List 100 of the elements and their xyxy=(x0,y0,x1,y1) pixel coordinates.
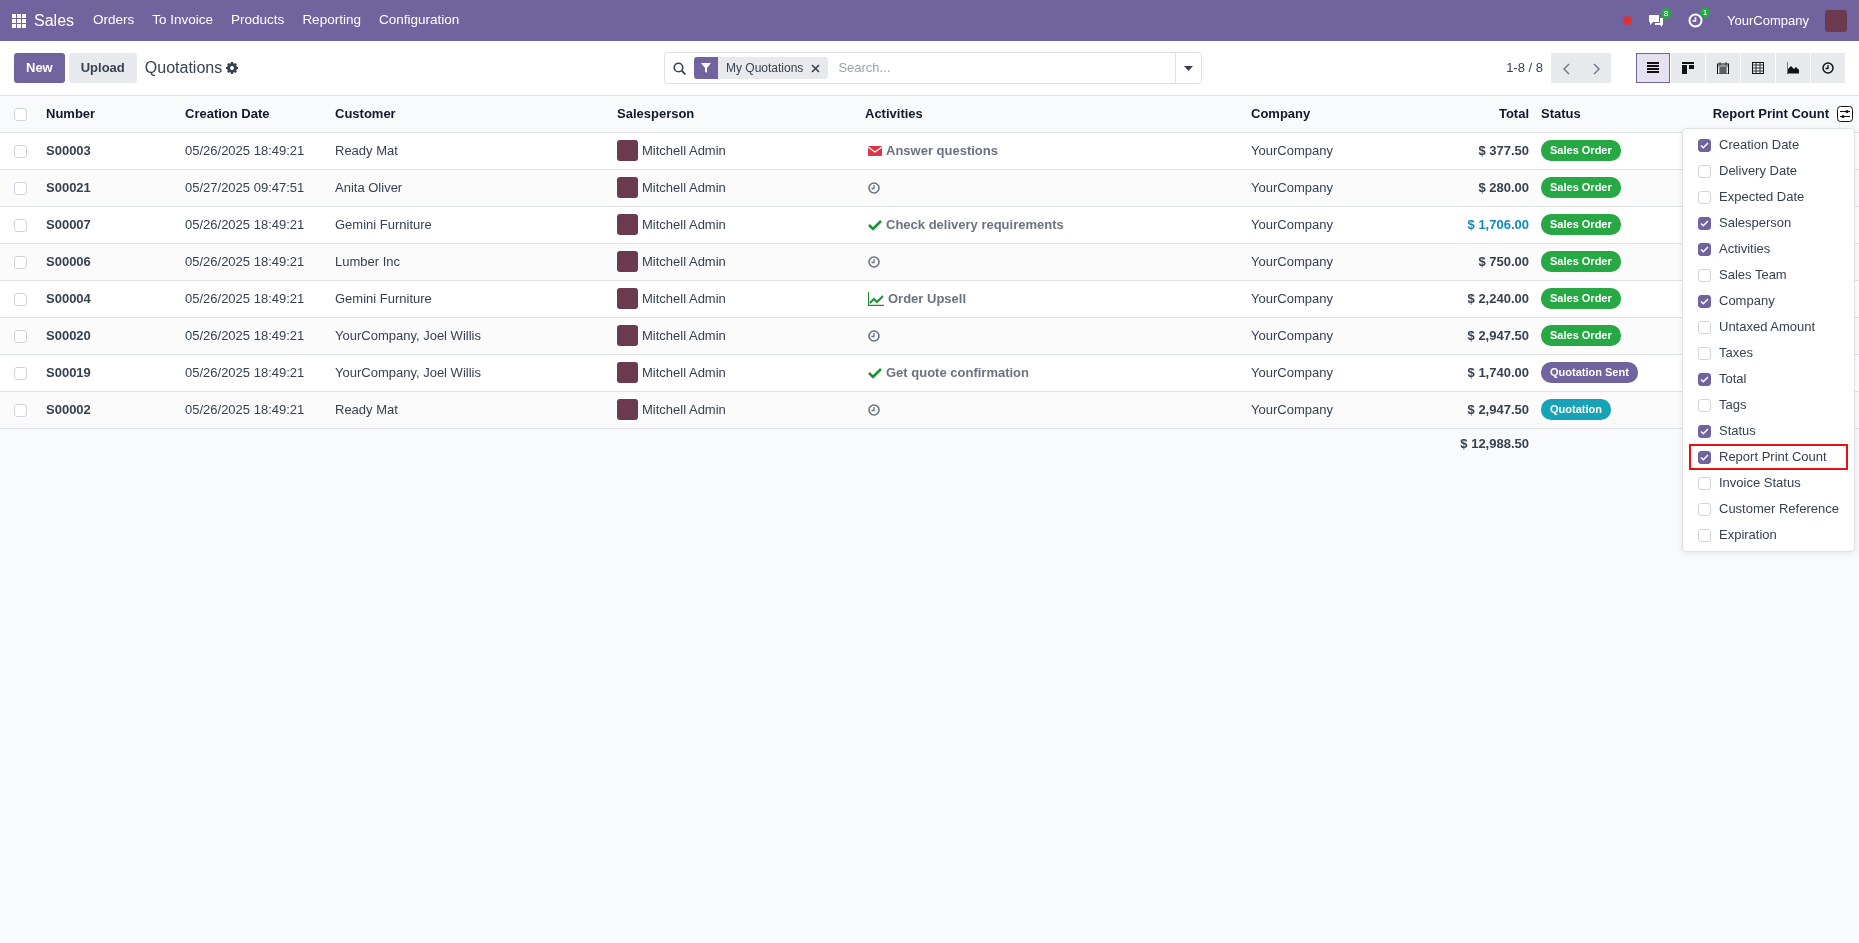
pager-value[interactable]: 1-8 / 8 xyxy=(1506,58,1543,78)
column-option[interactable]: Invoice Status xyxy=(1689,470,1848,496)
column-header[interactable]: Salesperson xyxy=(617,106,695,121)
view-switch-button[interactable] xyxy=(1671,53,1705,83)
company-name: YourCompany xyxy=(1251,179,1333,195)
message-count-badge: 8 xyxy=(1660,7,1672,19)
view-switch-button[interactable] xyxy=(1636,53,1670,83)
check-icon xyxy=(1700,375,1709,383)
view-switch-button[interactable] xyxy=(1811,53,1845,83)
customer-name: Ready Mat xyxy=(335,142,398,158)
salesperson-name: Mitchell Admin xyxy=(642,326,726,345)
pivot-table-icon xyxy=(1752,62,1764,74)
check-icon xyxy=(1700,245,1709,253)
date-cell: 05/26/2025 18:49:21 xyxy=(185,216,305,232)
filter-icon xyxy=(701,63,711,73)
customer-name: YourCompany, Joel Willis xyxy=(335,327,481,343)
order-number: S00019 xyxy=(46,364,91,380)
upload-button[interactable]: Upload xyxy=(68,53,137,83)
caret-icon xyxy=(1184,65,1193,71)
activity-label[interactable]: Answer questions xyxy=(886,140,998,161)
app-name[interactable]: Sales xyxy=(34,8,75,33)
view-switch-button[interactable] xyxy=(1741,53,1775,83)
column-option[interactable]: Expiration xyxy=(1689,522,1848,548)
clock-icon[interactable] xyxy=(868,255,880,268)
row-checkbox[interactable] xyxy=(14,366,27,380)
column-option[interactable]: Delivery Date xyxy=(1689,158,1848,184)
check-icon xyxy=(1700,453,1709,461)
select-all-checkbox[interactable] xyxy=(14,108,27,122)
menu-item[interactable]: Reporting xyxy=(293,10,370,31)
activity-label[interactable]: Check delivery requirements xyxy=(886,214,1064,235)
view-switch-button[interactable] xyxy=(1776,53,1810,83)
close-icon[interactable] xyxy=(811,63,821,73)
clock-icon[interactable] xyxy=(868,181,880,194)
column-settings-icon[interactable] xyxy=(1837,105,1853,122)
view-switch-button[interactable] xyxy=(1706,53,1740,83)
gear-icon[interactable] xyxy=(226,62,239,74)
column-header[interactable]: Customer xyxy=(335,106,396,121)
salesperson-name: Mitchell Admin xyxy=(642,363,726,382)
column-option[interactable]: Untaxed Amount xyxy=(1689,314,1848,340)
menu-item[interactable]: Products xyxy=(222,10,294,31)
chat-icon[interactable] xyxy=(1648,13,1665,28)
clock-icon[interactable] xyxy=(868,403,880,416)
checkmark-icon[interactable] xyxy=(868,218,882,231)
status-badge: Sales Order xyxy=(1541,177,1621,198)
column-option[interactable]: Taxes xyxy=(1689,340,1848,366)
menu-item[interactable]: To Invoice xyxy=(143,10,223,31)
column-option[interactable]: Status xyxy=(1689,418,1848,444)
menu-item[interactable]: Orders xyxy=(84,10,144,31)
customer-name: Anita Oliver xyxy=(335,179,403,195)
row-checkbox[interactable] xyxy=(14,181,27,195)
email-icon[interactable] xyxy=(868,144,882,157)
column-header[interactable]: Activities xyxy=(865,106,923,121)
checkmark-icon[interactable] xyxy=(868,366,882,379)
trend-chart-icon[interactable] xyxy=(868,291,884,306)
order-number: S00020 xyxy=(46,327,91,343)
chevron-left-icon xyxy=(1562,62,1570,75)
status-badge: Quotation xyxy=(1541,399,1611,420)
status-badge: Sales Order xyxy=(1541,140,1621,161)
row-checkbox[interactable] xyxy=(14,255,27,269)
row-checkbox[interactable] xyxy=(14,329,27,343)
column-option[interactable]: Activities xyxy=(1689,236,1848,262)
activity-label[interactable]: Get quote confirmation xyxy=(886,362,1029,383)
kanban-view-icon xyxy=(1682,62,1694,74)
column-header[interactable]: Company xyxy=(1251,106,1311,121)
row-checkbox[interactable] xyxy=(14,403,27,417)
column-option[interactable]: Report Print Count xyxy=(1689,444,1848,470)
order-number: S00021 xyxy=(46,179,91,195)
filter-facet[interactable]: My Quotations xyxy=(694,57,829,79)
column-header[interactable]: Status xyxy=(1541,106,1581,121)
column-option[interactable]: Expected Date xyxy=(1689,184,1848,210)
order-number: S00007 xyxy=(46,216,91,232)
order-number: S00002 xyxy=(46,401,91,417)
column-option[interactable]: Tags xyxy=(1689,392,1848,418)
column-option[interactable]: Company xyxy=(1689,288,1848,314)
column-header[interactable]: Number xyxy=(46,106,96,121)
row-checkbox[interactable] xyxy=(14,218,27,232)
search-field[interactable]: My Quotations Search... xyxy=(664,52,1202,84)
status-badge: Sales Order xyxy=(1541,325,1621,346)
calendar-icon xyxy=(1717,62,1729,74)
row-checkbox[interactable] xyxy=(14,292,27,306)
order-number: S00004 xyxy=(46,290,91,306)
column-option[interactable]: Sales Team xyxy=(1689,262,1848,288)
activity-label[interactable]: Order Upsell xyxy=(888,288,967,309)
column-header[interactable]: Total xyxy=(1498,106,1529,121)
company-name: YourCompany xyxy=(1251,253,1333,269)
avatar-icon xyxy=(617,288,638,309)
column-option[interactable]: Customer Reference xyxy=(1689,496,1848,522)
clock-icon[interactable] xyxy=(868,329,880,342)
column-option[interactable]: Creation Date xyxy=(1689,132,1848,158)
search-options-button[interactable] xyxy=(1175,53,1201,83)
date-cell: 05/26/2025 18:49:21 xyxy=(185,253,305,269)
salesperson-name: Mitchell Admin xyxy=(642,252,726,271)
row-checkbox[interactable] xyxy=(14,144,27,158)
avatar-icon xyxy=(617,325,638,346)
company-name[interactable]: YourCompany xyxy=(1727,10,1809,31)
column-option[interactable]: Salesperson xyxy=(1689,210,1848,236)
new-button[interactable]: New xyxy=(14,53,65,83)
column-option[interactable]: Total xyxy=(1689,366,1848,392)
apps-menu-icon[interactable] xyxy=(12,13,26,28)
menu-item[interactable]: Configuration xyxy=(369,10,469,31)
